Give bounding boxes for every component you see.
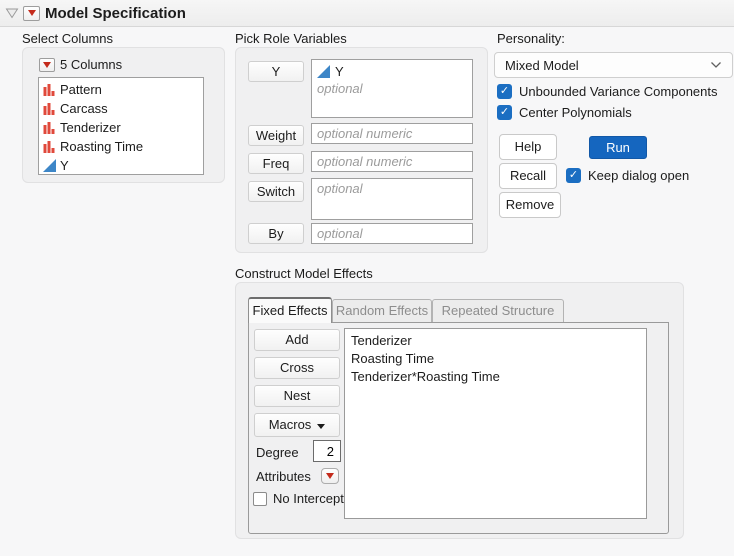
center-polynomials-checkbox-row[interactable]: Center Polynomials <box>497 105 632 120</box>
disclosure-triangle-icon[interactable] <box>5 7 19 19</box>
weight-role-button[interactable]: Weight <box>248 125 304 146</box>
red-triangle-icon <box>43 62 51 68</box>
pick-role-variables-label: Pick Role Variables <box>235 31 347 46</box>
model-specification-window: Model Specification Select Columns Pick … <box>0 0 734 556</box>
remove-button[interactable]: Remove <box>499 192 561 218</box>
tab-random-effects[interactable]: Random Effects <box>332 299 432 323</box>
personality-selected-value: Mixed Model <box>505 58 579 73</box>
page-title: Model Specification <box>45 5 186 22</box>
columns-header: 5 Columns <box>39 57 122 72</box>
recall-button[interactable]: Recall <box>499 163 557 189</box>
y-role-button[interactable]: Y <box>248 61 304 82</box>
switch-role-button[interactable]: Switch <box>248 181 304 202</box>
y-assigned-item[interactable]: Y <box>312 60 472 79</box>
red-triangle-icon <box>28 10 36 16</box>
macros-button[interactable]: Macros <box>254 413 340 437</box>
attributes-menu-button[interactable] <box>321 468 339 484</box>
column-label: Carcass <box>60 101 108 116</box>
model-effects-list[interactable]: Tenderizer Roasting Time Tenderizer*Roas… <box>344 328 647 519</box>
continuous-triangle-icon <box>43 159 56 172</box>
weight-placeholder: optional numeric <box>312 124 472 144</box>
center-polynomials-label: Center Polynomials <box>519 105 632 120</box>
select-columns-panel: 5 Columns Pattern Carcass Tenderizer Roa… <box>22 47 225 183</box>
by-role-button[interactable]: By <box>248 223 304 244</box>
by-placeholder: optional <box>312 224 472 244</box>
tab-repeated-structure[interactable]: Repeated Structure <box>432 299 564 323</box>
continuous-triangle-icon <box>317 65 330 78</box>
freq-role-button[interactable]: Freq <box>248 153 304 174</box>
freq-role-box[interactable]: optional numeric <box>311 151 473 172</box>
by-role-box[interactable]: optional <box>311 223 473 244</box>
checkbox-unchecked-icon[interactable] <box>253 492 267 506</box>
nominal-bars-icon <box>43 121 56 134</box>
chevron-down-icon <box>710 61 722 69</box>
attributes-label: Attributes <box>256 469 311 484</box>
red-triangle-icon <box>326 473 334 479</box>
weight-role-box[interactable]: optional numeric <box>311 123 473 144</box>
tab-fixed-effects[interactable]: Fixed Effects <box>248 297 332 323</box>
no-intercept-checkbox-row[interactable]: No Intercept <box>253 491 344 506</box>
pick-role-variables-panel: Y Weight Freq Switch By Y optional optio… <box>235 47 488 253</box>
nominal-bars-icon <box>43 83 56 96</box>
no-intercept-label: No Intercept <box>273 491 344 506</box>
y-placeholder: optional <box>312 79 472 99</box>
freq-placeholder: optional numeric <box>312 152 472 172</box>
checkbox-checked-icon[interactable] <box>497 84 512 99</box>
keep-dialog-open-checkbox-row[interactable]: Keep dialog open <box>566 168 689 183</box>
keep-dialog-open-label: Keep dialog open <box>588 168 689 183</box>
dropdown-arrow-icon <box>317 424 325 429</box>
personality-label: Personality: <box>497 31 565 46</box>
cross-button[interactable]: Cross <box>254 357 340 379</box>
title-bar: Model Specification <box>0 0 734 27</box>
column-label: Roasting Time <box>60 139 143 154</box>
columns-list[interactable]: Pattern Carcass Tenderizer Roasting Time… <box>38 77 204 175</box>
select-columns-label: Select Columns <box>22 31 113 46</box>
report-menu-button[interactable] <box>23 6 40 21</box>
nest-button[interactable]: Nest <box>254 385 340 407</box>
checkbox-checked-icon[interactable] <box>566 168 581 183</box>
fixed-effects-tab-pane: Add Cross Nest Macros Degree Attributes … <box>248 322 669 534</box>
unbounded-variance-label: Unbounded Variance Components <box>519 84 718 99</box>
effect-item[interactable]: Roasting Time <box>351 350 640 368</box>
construct-model-effects-panel: Fixed Effects Random Effects Repeated St… <box>235 282 684 539</box>
column-item-y[interactable]: Y <box>39 156 203 175</box>
degree-label: Degree <box>256 445 299 460</box>
columns-count-label: 5 Columns <box>60 57 122 72</box>
column-label: Tenderizer <box>60 120 121 135</box>
construct-model-effects-label: Construct Model Effects <box>235 266 373 281</box>
run-button[interactable]: Run <box>589 136 647 159</box>
switch-role-box[interactable]: optional <box>311 178 473 220</box>
personality-dropdown[interactable]: Mixed Model <box>494 52 733 78</box>
y-role-box[interactable]: Y optional <box>311 59 473 118</box>
checkbox-checked-icon[interactable] <box>497 105 512 120</box>
column-label: Y <box>60 158 69 173</box>
nominal-bars-icon <box>43 140 56 153</box>
effect-item[interactable]: Tenderizer <box>351 332 640 350</box>
add-button[interactable]: Add <box>254 329 340 351</box>
help-button[interactable]: Help <box>499 134 557 160</box>
switch-placeholder: optional <box>312 179 472 199</box>
unbounded-variance-checkbox-row[interactable]: Unbounded Variance Components <box>497 84 718 99</box>
assigned-column-label: Y <box>335 64 344 79</box>
macros-label: Macros <box>269 417 312 432</box>
column-item-roasting-time[interactable]: Roasting Time <box>39 137 203 156</box>
columns-menu-button[interactable] <box>39 58 55 72</box>
column-item-carcass[interactable]: Carcass <box>39 99 203 118</box>
column-item-pattern[interactable]: Pattern <box>39 80 203 99</box>
column-item-tenderizer[interactable]: Tenderizer <box>39 118 203 137</box>
nominal-bars-icon <box>43 102 56 115</box>
effect-item[interactable]: Tenderizer*Roasting Time <box>351 368 640 386</box>
column-label: Pattern <box>60 82 102 97</box>
degree-input[interactable] <box>313 440 341 462</box>
